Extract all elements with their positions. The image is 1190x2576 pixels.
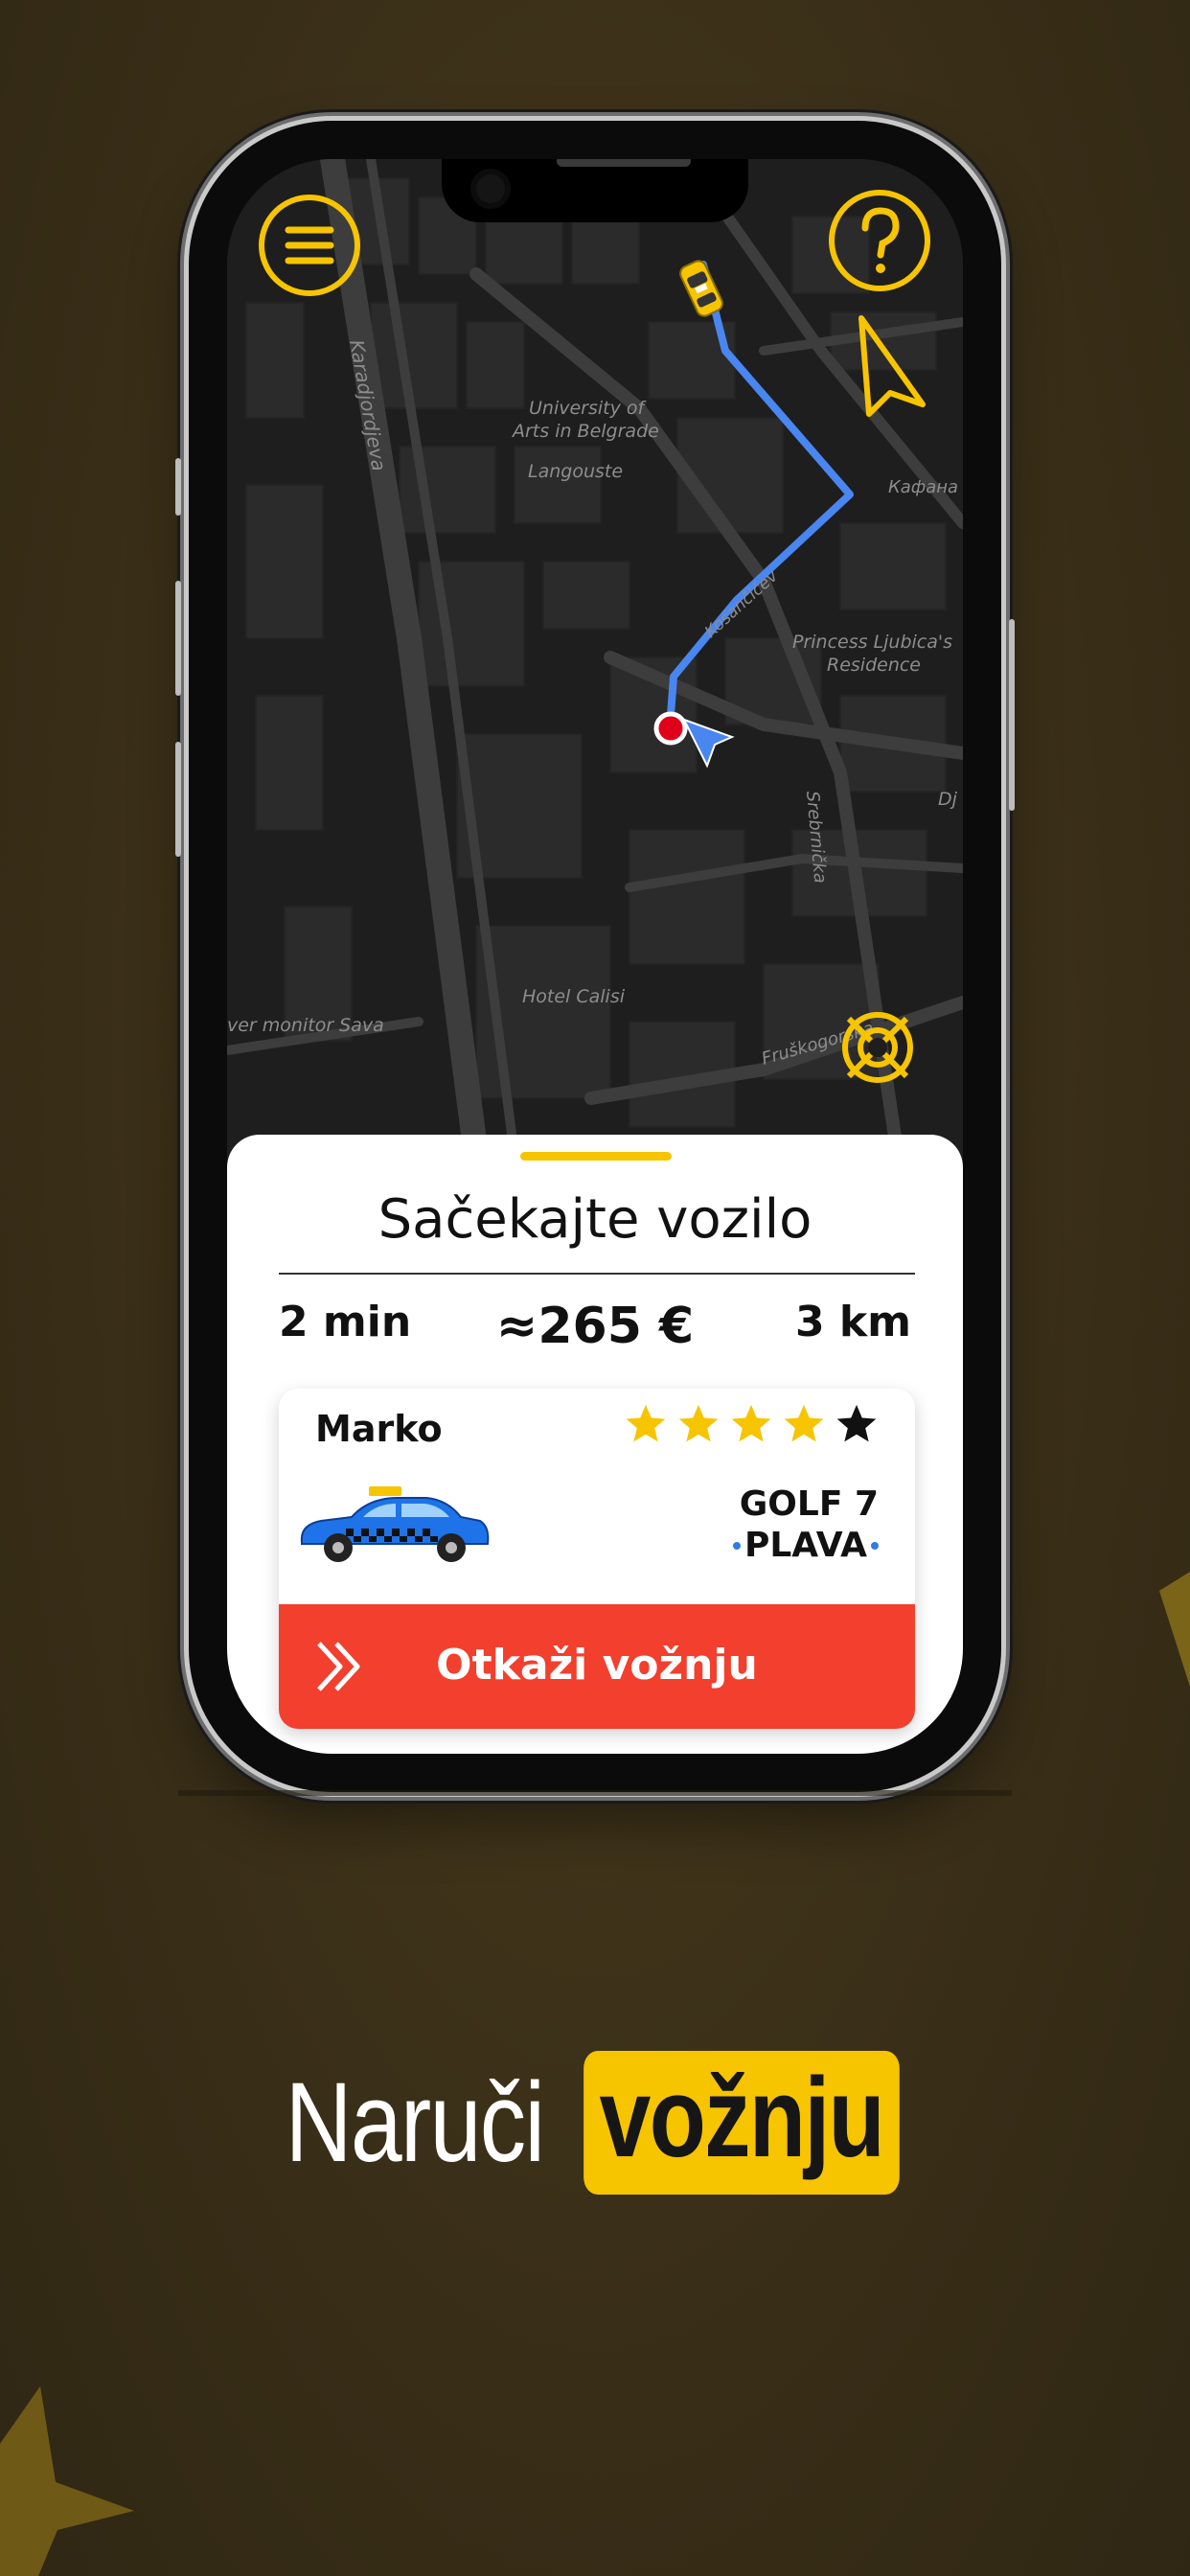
color-dot [732, 1541, 741, 1550]
navigation-arrow-icon [858, 315, 926, 417]
recenter-button[interactable] [836, 1006, 919, 1089]
menu-button[interactable] [258, 194, 361, 297]
ride-status-title: Sačekajte vozilo [378, 1188, 812, 1251]
headline-part2: vožnju [583, 2051, 900, 2195]
decorative-star-icon [0, 2386, 134, 2576]
star-filled-icon [626, 1404, 666, 1442]
hamburger-menu-icon [259, 195, 360, 296]
title-divider [279, 1273, 915, 1275]
sheet-drag-handle[interactable] [520, 1152, 672, 1161]
front-camera [470, 169, 511, 209]
phone-volume-up-button [175, 581, 181, 696]
map-view[interactable]: Karadjordjeva University of Arts in Belg… [227, 159, 963, 1156]
ride-status-sheet: Sačekajte vozilo 2 min ≈265 € 3 km Marko [227, 1135, 963, 1754]
locate-button[interactable] [856, 312, 928, 418]
phone-notch [442, 159, 748, 222]
star-filled-icon [731, 1404, 771, 1442]
map-label-hotel-calisi: Hotel Calisi [522, 986, 626, 1007]
car-model: GOLF 7 [739, 1484, 879, 1524]
star-filled-icon [678, 1404, 719, 1442]
phone-power-button [1009, 619, 1015, 811]
color-dot [871, 1541, 879, 1550]
driver-name: Marko [315, 1408, 443, 1450]
map-label-university: University of [529, 398, 648, 419]
car-color: PLAVA [732, 1526, 879, 1565]
map-label-river-monitor: ver monitor Sava [227, 1015, 384, 1036]
target-crosshair-icon [842, 1012, 913, 1083]
help-button[interactable] [827, 188, 932, 293]
map-label-langouste: Langouste [528, 461, 623, 482]
earpiece-speaker [557, 159, 691, 167]
cancel-ride-button[interactable]: Otkaži vožnju [279, 1604, 915, 1729]
map-label-princess-2: Residence [827, 655, 921, 676]
star-filled-icon [784, 1404, 824, 1442]
car-color-label: PLAVA [744, 1526, 867, 1565]
phone-volume-down-button [175, 742, 181, 857]
phone-shadow [178, 1790, 1012, 1796]
promo-headline: Naruči vožnju [0, 2051, 1190, 2195]
ride-distance: 3 km [794, 1298, 911, 1346]
map-label-kafana: Кафана [888, 477, 958, 497]
decorative-star-icon [1159, 1572, 1190, 1687]
driver-card: Marko GOLF 7 PLAVA Otkaži vožnju [279, 1389, 915, 1729]
star-empty-icon [836, 1404, 877, 1442]
phone-frame: Karadjordjeva University of Arts in Belg… [175, 121, 1015, 1792]
map-label-dj: Dj [938, 789, 958, 810]
phone-side-button [175, 458, 181, 516]
question-mark-icon [829, 190, 930, 291]
phone-screen: Karadjordjeva University of Arts in Belg… [227, 159, 963, 1754]
location-pin-icon [653, 711, 688, 746]
taxi-car-icon [300, 1486, 490, 1562]
driver-rating [624, 1402, 879, 1446]
headline-part1: Naruči [285, 2059, 544, 2186]
map-label-princess: Princess Ljubica's [792, 632, 952, 653]
map-label-university-2: Arts in Belgrade [511, 421, 659, 442]
cancel-ride-label: Otkaži vožnju [436, 1641, 758, 1690]
